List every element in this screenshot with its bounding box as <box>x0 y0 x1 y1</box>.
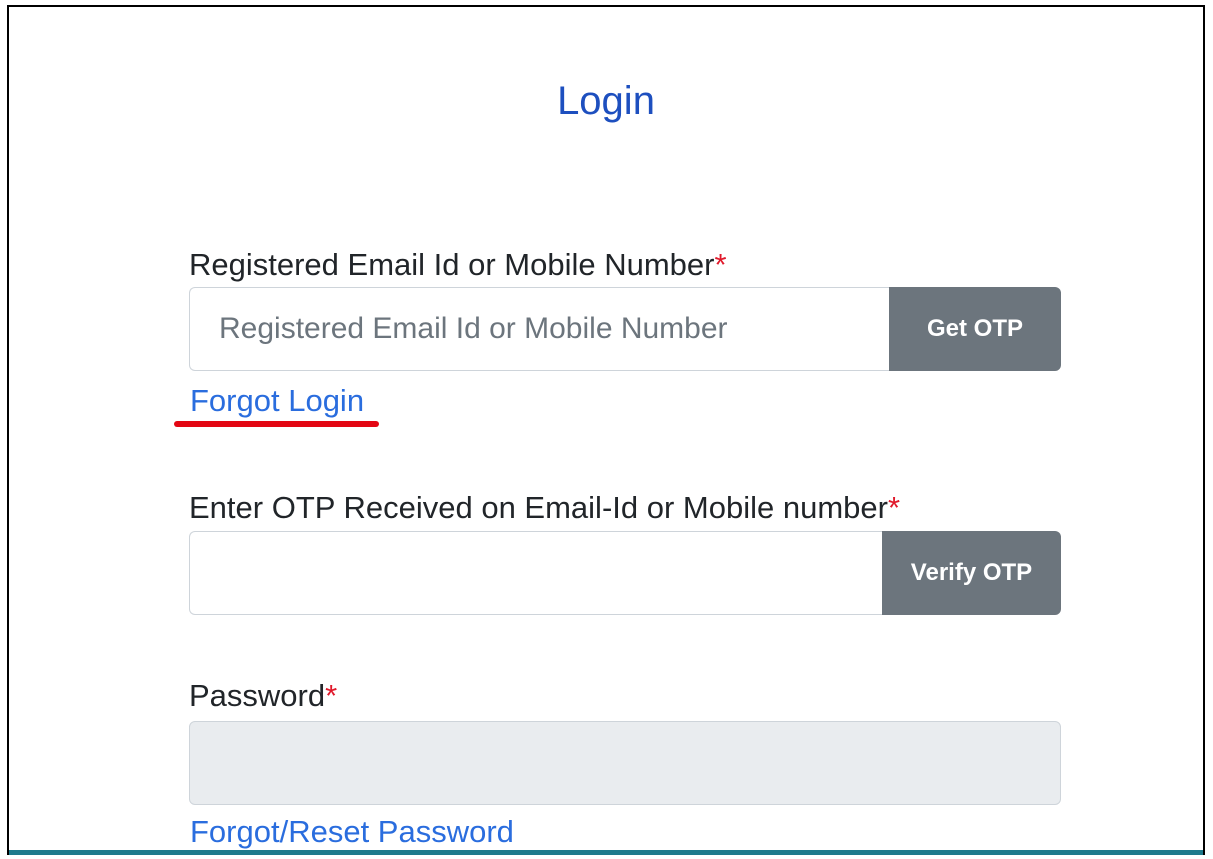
forgot-password-link[interactable]: Forgot/Reset Password <box>190 813 514 851</box>
footer-bar <box>9 850 1203 855</box>
email-field-label-text: Registered Email Id or Mobile Number <box>189 247 715 282</box>
required-mark: * <box>887 490 901 525</box>
password-field[interactable] <box>189 721 1061 805</box>
page-title: Login <box>557 79 655 123</box>
required-mark: * <box>325 678 338 713</box>
required-mark: * <box>714 247 727 282</box>
password-field-label: Password* <box>189 677 337 715</box>
password-field-label-text: Password <box>189 678 326 713</box>
otp-field-label: Enter OTP Received on Email-Id or Mobile… <box>189 489 900 527</box>
forgot-login-link[interactable]: Forgot Login <box>190 382 364 420</box>
get-otp-button[interactable]: Get OTP <box>889 287 1061 371</box>
email-field-placeholder: Registered Email Id or Mobile Number <box>219 312 728 345</box>
otp-input-group: Verify OTP <box>189 531 1061 615</box>
email-field-label: Registered Email Id or Mobile Number* <box>189 246 727 284</box>
verify-otp-button[interactable]: Verify OTP <box>882 531 1061 615</box>
email-field[interactable]: Registered Email Id or Mobile Number <box>189 287 889 371</box>
email-input-group: Registered Email Id or Mobile Number Get… <box>189 287 1061 371</box>
otp-field-label-text: Enter OTP Received on Email-Id or Mobile… <box>189 490 888 525</box>
annotation-underline <box>174 421 379 427</box>
otp-field[interactable] <box>189 531 882 615</box>
login-panel: Login Registered Email Id or Mobile Numb… <box>7 5 1205 855</box>
